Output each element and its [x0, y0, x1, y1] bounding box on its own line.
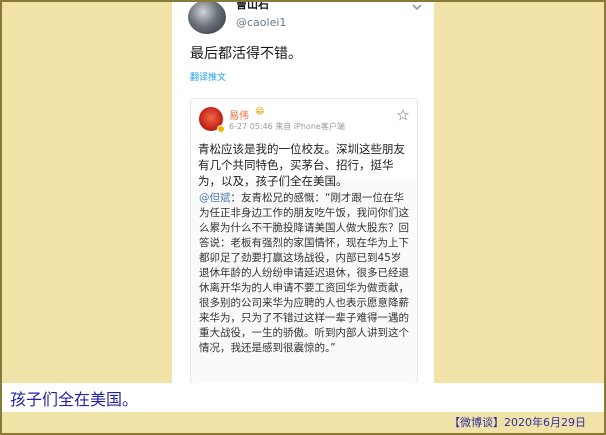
screenshot-panel: 曹山石 @caolei1 最后都活得不错。 翻译推文 易伟 😁 6-27 05:… — [172, 0, 434, 383]
caption-text: 孩子们全在美国。 — [10, 390, 139, 409]
weibo-post-text: 青松应该是我的一位校友。深圳这些朋友有几个共同特色，买茅台、招行，挺华为，以及，… — [198, 142, 405, 188]
caption-band: 孩子们全在美国。 — [2, 383, 604, 412]
avatar[interactable] — [188, 0, 226, 34]
weibo-author-name[interactable]: 易伟 — [229, 107, 249, 122]
display-name[interactable]: 曹山石 — [236, 0, 269, 12]
weibo-post: 易伟 😁 6-27 05:46 来自 iPhone客户端 青松应该是我的一位校友… — [191, 99, 417, 188]
weibo-post-meta: 6-27 05:46 来自 iPhone客户端 — [229, 122, 345, 131]
user-handle[interactable]: @caolei1 — [236, 16, 286, 29]
tweet-header: 曹山石 @caolei1 — [188, 0, 428, 36]
grin-emoji-icon: 😁 — [255, 107, 265, 117]
embedded-weibo-card[interactable]: 易伟 😁 6-27 05:46 来自 iPhone客户端 青松应该是我的一位校友… — [190, 98, 418, 383]
translate-tweet-link[interactable]: 翻译推文 — [190, 70, 226, 83]
repost-text: ：友青松兄的感慨：“刚才跟一位在华为任正非身边工作的朋友吃午饭，我问你们这么累为… — [199, 192, 409, 354]
verified-badge-icon — [217, 125, 225, 133]
reposted-content: @但斌：友青松兄的感慨：“刚才跟一位在华为任正非身边工作的朋友吃午饭，我问你们这… — [191, 191, 417, 356]
user-mention[interactable]: @但斌 — [199, 192, 231, 204]
star-icon[interactable] — [397, 109, 409, 121]
chevron-down-icon[interactable] — [410, 0, 424, 14]
tweet-text: 最后都活得不错。 — [190, 46, 302, 62]
source-footer: 【微博谈】2020年6月29日 — [449, 416, 586, 429]
